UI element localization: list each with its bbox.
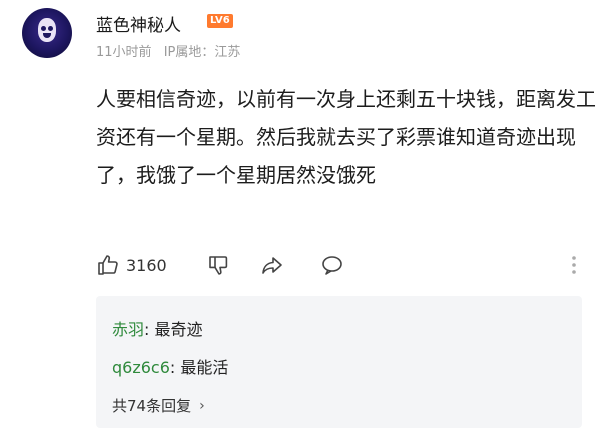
reply-preview: 赤羽: 最奇迹 q6z6c6: 最能活 共74条回复 ›	[96, 296, 582, 428]
more-icon	[572, 256, 576, 274]
reply-item[interactable]: 赤羽: 最奇迹	[112, 316, 203, 340]
like-count: 3160	[126, 255, 167, 275]
avatar[interactable]	[22, 8, 72, 58]
reply-author[interactable]: q6z6c6	[112, 358, 170, 377]
view-all-replies-link[interactable]: 共74条回复 ›	[112, 395, 205, 416]
avatar-face	[38, 18, 56, 42]
ip-location: IP属地：江苏	[163, 45, 241, 60]
username[interactable]: 蓝色神秘人	[96, 11, 181, 36]
reply-text: 最奇迹	[154, 320, 203, 339]
avatar-eye	[48, 26, 53, 31]
share-button[interactable]	[260, 250, 284, 280]
avatar-mouth	[43, 33, 51, 38]
share-icon	[262, 257, 282, 274]
action-bar: 3160	[96, 250, 582, 280]
post-meta: 11小时前 IP属地：江苏	[96, 41, 248, 60]
reply-separator: :	[169, 358, 181, 377]
reply-text: 最能活	[180, 358, 229, 377]
dislike-button[interactable]	[206, 250, 230, 280]
avatar-eye	[41, 26, 46, 31]
comment-icon	[322, 256, 342, 275]
thumbs-up-icon	[98, 255, 118, 275]
post-time: 11小时前	[96, 45, 152, 60]
thumbs-down-icon	[209, 256, 228, 275]
post-text: 人要相信奇迹，以前有一次身上还剩五十块钱，距离发工资还有一个星期。然后我就去买了…	[96, 87, 596, 187]
reply-count-label: 共74条回复	[112, 397, 192, 415]
reply-item[interactable]: q6z6c6: 最能活	[112, 354, 228, 378]
comment-button[interactable]	[320, 250, 344, 280]
chevron-right-icon: ›	[199, 397, 205, 414]
more-options-button[interactable]	[562, 250, 586, 280]
like-button[interactable]: 3160	[96, 250, 167, 280]
reply-separator: :	[144, 320, 155, 339]
level-badge: LV6	[207, 14, 233, 28]
reply-author[interactable]: 赤羽	[112, 320, 144, 339]
